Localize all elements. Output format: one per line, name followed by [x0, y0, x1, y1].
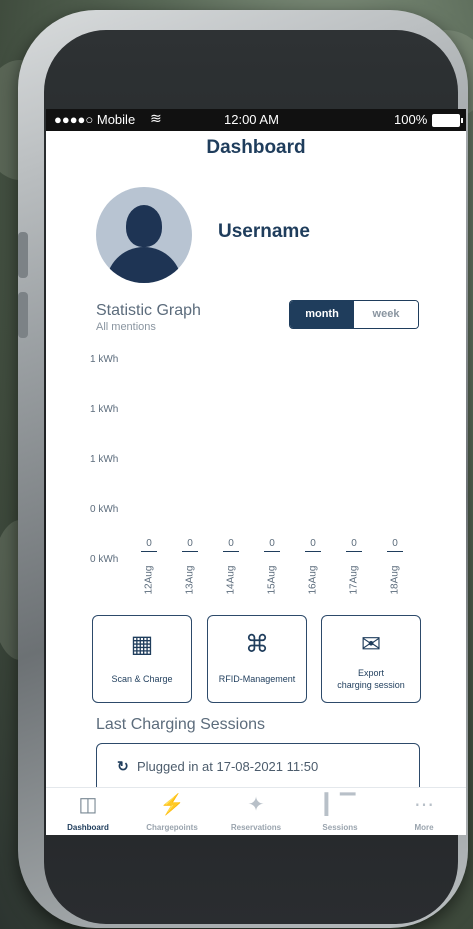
carrier-label: ●●●●○ Mobile [54, 112, 136, 127]
bar-value-label: 0 [187, 538, 193, 549]
x-axis-tick-label: 15Aug [266, 565, 278, 595]
dashboard-icon: ◫ [78, 794, 98, 816]
bar-value-label: 0 [228, 538, 234, 549]
avatar-body-shape [106, 247, 182, 283]
y-axis-tick-label: 0 kWh [90, 554, 119, 565]
rfid-signal-icon: ⌘ [245, 631, 269, 658]
volume-button [18, 292, 28, 338]
bar [223, 551, 239, 552]
export-label-line1: Export [357, 668, 384, 678]
bar-value-label: 0 [269, 538, 275, 549]
bar [264, 551, 280, 552]
y-axis-tick-label: 0 kWh [90, 504, 119, 515]
bar [182, 551, 198, 552]
bar-chart-icon: ▎▔ [324, 794, 356, 816]
status-bar: ●●●●○ Mobile ≋ 12:00 AM 100% [46, 109, 466, 131]
statistic-graph-subtitle: All mentions [96, 321, 156, 333]
avatar-head-shape [126, 205, 162, 247]
tab-sessions[interactable]: ▎▔ Sessions [298, 788, 382, 835]
x-axis-tick-label: 13Aug [184, 565, 196, 595]
x-axis-tick-label: 16Aug [307, 565, 319, 595]
tab-label: More [414, 823, 434, 832]
x-axis-tick-label: 17Aug [348, 565, 360, 595]
volume-button [18, 232, 28, 278]
period-toggle: month week [289, 300, 419, 329]
tab-dashboard[interactable]: ◫ Dashboard [46, 788, 130, 835]
export-charging-session-button[interactable]: ✉ Export charging session [321, 615, 421, 703]
x-axis-tick-label: 18Aug [389, 565, 401, 595]
lightning-icon: ⚡ [159, 794, 185, 816]
tab-label: Reservations [230, 823, 282, 832]
bar-value-label: 0 [310, 538, 316, 549]
x-axis-tick-label: 12Aug [143, 565, 155, 595]
x-axis-tick-label: 14Aug [225, 565, 237, 595]
qr-code-icon: ▦ [130, 631, 154, 658]
scan-charge-label: Scan & Charge [111, 674, 173, 684]
toggle-week[interactable]: week [354, 301, 418, 328]
bar-value-label: 0 [351, 538, 357, 549]
battery-icon [432, 114, 463, 127]
tab-label: Dashboard [67, 823, 109, 832]
bar-value-label: 0 [146, 538, 152, 549]
tab-label: Chargepoints [146, 823, 198, 832]
y-axis-tick-label: 1 kWh [90, 454, 119, 465]
bar [305, 551, 321, 552]
statistic-graph-title: Statistic Graph [96, 302, 201, 319]
username: Username [218, 221, 310, 242]
page-title: Dashboard [206, 137, 306, 158]
avatar[interactable] [96, 187, 192, 283]
app-screen: ●●●●○ Mobile ≋ 12:00 AM 100% Dashboard U… [46, 109, 466, 835]
session-text: Plugged in at 17-08-2021 11:50 [137, 759, 319, 774]
clock: 12:00 AM [224, 112, 279, 127]
bar-value-label: 0 [392, 538, 398, 549]
wifi-icon: ≋ [150, 110, 162, 126]
toggle-month[interactable]: month [290, 301, 354, 328]
scan-charge-button[interactable]: ▦ Scan & Charge [92, 615, 192, 703]
more-icon: ⋯ [414, 794, 434, 816]
pin-icon: ✦ [247, 794, 265, 816]
bar [387, 551, 403, 552]
envelope-icon: ✉ [360, 631, 382, 658]
tab-reservations[interactable]: ✦ Reservations [214, 788, 298, 835]
tab-more[interactable]: ⋯ More [382, 788, 466, 835]
rfid-management-button[interactable]: ⌘ RFID-Management [207, 615, 307, 703]
y-axis-tick-label: 1 kWh [90, 354, 119, 365]
battery-percent: 100% [394, 112, 428, 127]
tab-label: Sessions [322, 823, 358, 832]
tab-chargepoints[interactable]: ⚡ Chargepoints [130, 788, 214, 835]
export-label-line2: charging session [337, 680, 405, 690]
tab-bar: ◫ Dashboard ⚡ Chargepoints ✦ Reservation… [46, 787, 466, 835]
last-sessions-title: Last Charging Sessions [96, 716, 265, 733]
refresh-icon: ↻ [117, 758, 129, 774]
bar [346, 551, 362, 552]
bar [141, 551, 157, 552]
y-axis-tick-label: 1 kWh [90, 404, 119, 415]
rfid-management-label: RFID-Management [218, 674, 296, 684]
